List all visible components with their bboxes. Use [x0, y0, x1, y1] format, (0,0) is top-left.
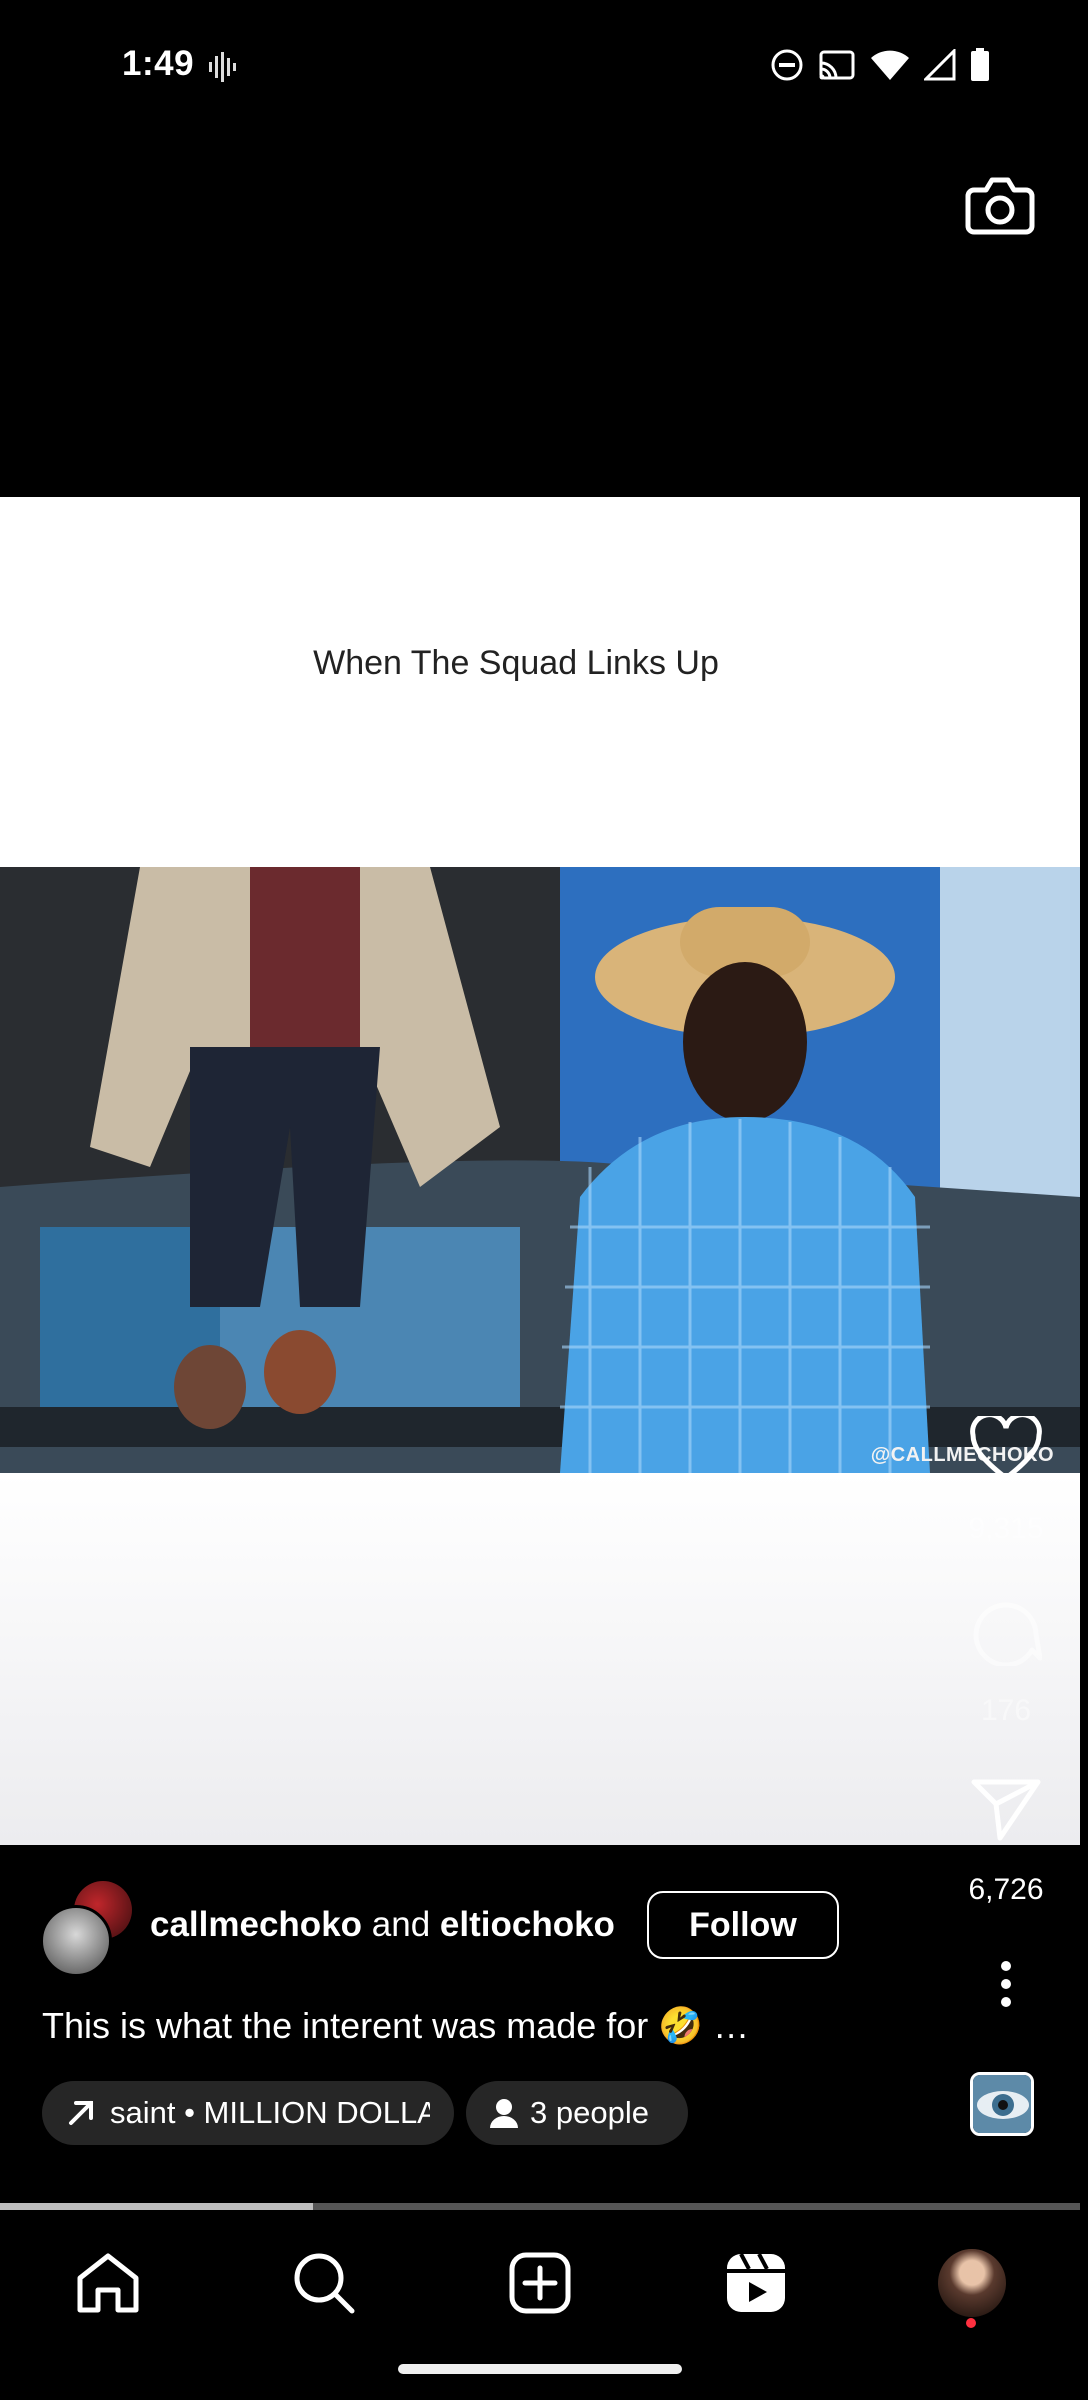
- comment-button[interactable]: [946, 1594, 1066, 1671]
- cellular-signal-icon: [924, 49, 956, 81]
- more-options-button[interactable]: [946, 1960, 1066, 2013]
- reel-video[interactable]: When The Squad Links Up @CALLMECHOKO: [0, 497, 1080, 1845]
- audio-label: saint • MILLION DOLLA: [110, 2095, 430, 2130]
- video-frame-image: @CALLMECHOKO: [0, 867, 1080, 1473]
- status-time: 1:49: [122, 44, 195, 83]
- post-author-row: callmechoko and eltiochoko Follow: [40, 1875, 839, 1977]
- camera-icon: [965, 177, 1035, 235]
- reels-icon: [727, 2253, 785, 2312]
- create-icon: [509, 2252, 571, 2314]
- audio-chip[interactable]: saint • MILLION DOLLA: [42, 2081, 454, 2145]
- camera-button[interactable]: [964, 168, 1036, 240]
- send-icon: [971, 1779, 1041, 1841]
- eye-icon: [973, 2075, 1031, 2133]
- like-count: 9,315: [968, 1512, 1044, 1545]
- author-primary[interactable]: callmechoko: [150, 1905, 362, 1944]
- home-indicator[interactable]: [398, 2364, 682, 2374]
- nav-home[interactable]: [63, 2238, 153, 2328]
- video-lower-area: [0, 1473, 1080, 1845]
- heart-icon: [970, 1412, 1042, 1482]
- search-icon: [294, 2253, 355, 2314]
- author-secondary[interactable]: eltiochoko: [440, 1905, 615, 1944]
- nav-profile[interactable]: [927, 2238, 1017, 2328]
- share-button[interactable]: [946, 1778, 1066, 1847]
- nav-search[interactable]: [279, 2238, 369, 2328]
- author-names[interactable]: callmechoko and eltiochoko: [150, 1905, 615, 1945]
- home-icon: [77, 2253, 139, 2313]
- profile-avatar: [938, 2249, 1006, 2317]
- follow-button[interactable]: Follow: [646, 1891, 839, 1959]
- status-icons: [770, 48, 990, 82]
- author-connector: and: [371, 1905, 431, 1944]
- video-progress-bar[interactable]: [0, 2203, 1080, 2210]
- nav-create[interactable]: [495, 2238, 585, 2328]
- person-icon: [490, 2099, 518, 2128]
- audio-thumbnail[interactable]: [970, 2072, 1034, 2136]
- voice-waveform-icon: [209, 52, 236, 82]
- avatar-primary: [40, 1905, 112, 1977]
- share-count: 6,726: [968, 1873, 1044, 1906]
- wifi-icon: [871, 50, 909, 80]
- post-description[interactable]: This is what the interent was made for 🤣…: [42, 2005, 749, 2047]
- battery-icon: [971, 48, 989, 81]
- more-vertical-icon: [1001, 1961, 1011, 2007]
- video-progress-fill: [0, 2203, 314, 2210]
- tagged-people-chip[interactable]: 3 people: [466, 2081, 688, 2145]
- video-caption: When The Squad Links Up: [313, 644, 719, 682]
- arrow-up-right-icon: [69, 2101, 93, 2125]
- notification-dot: [966, 2318, 976, 2328]
- collab-avatars[interactable]: [40, 1875, 150, 1977]
- like-button[interactable]: [946, 1412, 1066, 1487]
- people-label: 3 people: [530, 2095, 649, 2130]
- cast-icon: [819, 50, 855, 80]
- do-not-disturb-icon: [771, 49, 803, 81]
- nav-reels[interactable]: [711, 2238, 801, 2328]
- comment-icon: [973, 1602, 1043, 1668]
- comment-count: 176: [980, 1694, 1032, 1727]
